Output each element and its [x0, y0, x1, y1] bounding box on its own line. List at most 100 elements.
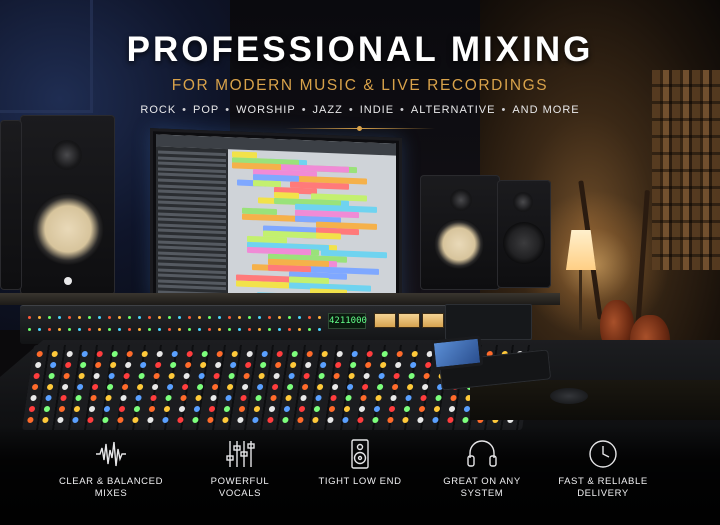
console-knob [358, 406, 366, 412]
console-knob [231, 351, 239, 357]
console-knob [291, 351, 299, 357]
console-knob [228, 373, 236, 379]
console-knob [256, 384, 264, 390]
console-knob [417, 417, 424, 423]
lamp-stem [579, 270, 582, 330]
console-knob [364, 362, 372, 368]
page-title: PROFESSIONAL MIXING [126, 30, 594, 69]
console-knob [165, 395, 172, 401]
console-knob [423, 373, 431, 379]
meter-led [78, 328, 81, 331]
console-knob [348, 373, 356, 379]
console-knob [376, 384, 384, 390]
console-knob [462, 417, 469, 423]
console-knob [225, 395, 232, 401]
meter-led [258, 316, 261, 319]
daw-track-header [158, 240, 226, 246]
daw-track-header [158, 284, 226, 291]
console-knob [148, 406, 156, 412]
meter-led [168, 316, 171, 319]
meter-led [148, 316, 151, 319]
meter-led [308, 328, 311, 331]
console-knob [48, 373, 56, 379]
console-knob [201, 351, 209, 357]
console-knob [343, 406, 351, 412]
console-knob [406, 384, 414, 390]
console-knob [357, 417, 364, 423]
meter-led [128, 316, 131, 319]
console-knob [121, 384, 129, 390]
meter-led [268, 316, 271, 319]
console-knob [375, 395, 382, 401]
console-knob [261, 351, 269, 357]
console-knob [58, 406, 66, 412]
console-knob [76, 384, 84, 390]
console-knob [207, 417, 214, 423]
feature-fast-reliable-delivery: FAST & RELIABLE DELIVERY [543, 438, 663, 500]
feature-clear-balanced-mixes: CLEAR & BALANCED MIXES [51, 438, 171, 500]
console-knob [133, 406, 141, 412]
meter-led [238, 316, 241, 319]
feature-label: POWERFUL VOCALS [210, 476, 270, 499]
console-knob [238, 406, 246, 412]
genre-item: WORSHIP [236, 104, 296, 116]
daw-track-header [158, 206, 226, 213]
genre-separator: • [225, 104, 231, 116]
headphones-icon [467, 440, 497, 467]
meter-led [128, 328, 131, 331]
genre-separator: • [348, 104, 354, 116]
meter-led [208, 328, 211, 331]
console-knob [270, 395, 277, 401]
meter-led [28, 328, 31, 331]
console-knob [180, 395, 187, 401]
console-knob [330, 395, 337, 401]
console-knob [33, 373, 41, 379]
console-knob [211, 384, 219, 390]
console-knob [63, 373, 71, 379]
console-knob [237, 417, 244, 423]
console-knob [381, 351, 389, 357]
console-knob [177, 417, 184, 423]
genre-item: POP [193, 104, 220, 116]
console-display: 4211000 [328, 313, 367, 329]
meter-led [68, 328, 71, 331]
meter-led [278, 328, 281, 331]
genre-item: JAZZ [312, 104, 343, 116]
sliders-icon [226, 441, 255, 467]
console-knob [210, 395, 217, 401]
console-knob [286, 384, 294, 390]
console-knob [181, 384, 189, 390]
console-knob [49, 362, 57, 368]
console-knob [117, 417, 124, 423]
meter-led [298, 328, 301, 331]
daw-track-header [158, 268, 226, 274]
console-knob [30, 395, 37, 401]
console-knob [351, 351, 359, 357]
console-knob [166, 384, 174, 390]
console-knob [432, 417, 439, 423]
console-knob [126, 351, 134, 357]
meter-led [198, 316, 201, 319]
studio-monitor-right [420, 175, 500, 290]
console-knob [93, 373, 101, 379]
daw-track-header [158, 223, 226, 229]
console-knob [255, 395, 262, 401]
console-knob [312, 417, 319, 423]
console-knob [273, 373, 281, 379]
console-knob [241, 384, 249, 390]
console-knob [102, 417, 109, 423]
meter-led [28, 316, 31, 319]
daw-track-header [158, 245, 226, 252]
console-knob [319, 362, 327, 368]
console-knob [51, 351, 59, 357]
console-knob [106, 384, 114, 390]
console-knob [288, 373, 296, 379]
daw-track-header [158, 156, 226, 162]
console-knob [361, 384, 369, 390]
console-knob [184, 362, 192, 368]
meter-led [148, 328, 151, 331]
meter-led [78, 316, 81, 319]
console-knob [274, 362, 282, 368]
meter-led [228, 328, 231, 331]
console-knob [387, 417, 394, 423]
